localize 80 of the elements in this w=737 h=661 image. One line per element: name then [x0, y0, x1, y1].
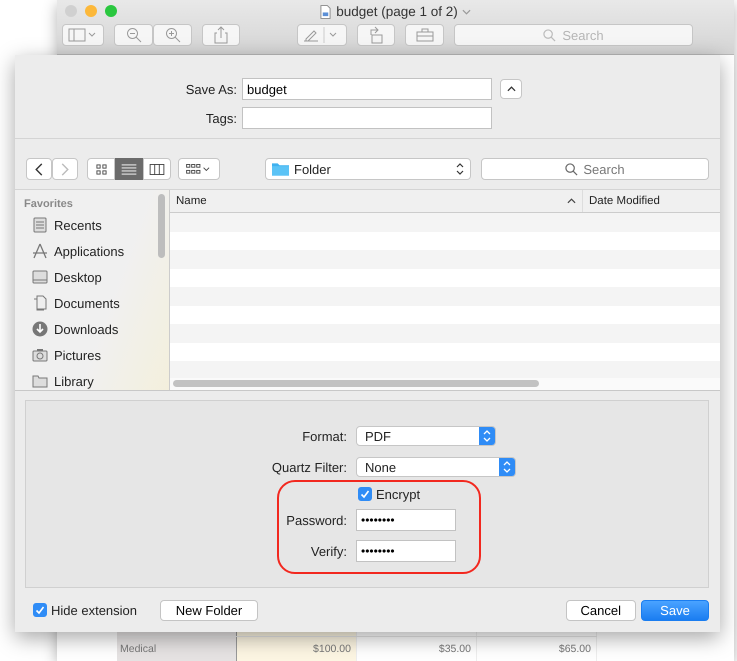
save-as-label: Save As: [184, 82, 237, 96]
hide-extension-checkbox[interactable]: Hide extension [33, 602, 137, 618]
list-view-button[interactable] [115, 158, 143, 180]
sidebar-heading: Favorites [24, 198, 74, 210]
arrange-button[interactable] [178, 158, 220, 180]
folder-icon [32, 373, 48, 389]
tags-label: Tags: [204, 110, 237, 126]
download-icon [32, 321, 48, 337]
zoom-in-button[interactable] [153, 24, 192, 46]
tray-icon [32, 217, 48, 233]
icon-view-button[interactable] [87, 158, 115, 180]
location-popup[interactable]: Folder [265, 158, 471, 180]
sidebar-item[interactable]: Pictures [24, 342, 169, 368]
stepper-icon [483, 430, 491, 442]
rotate-button[interactable] [357, 24, 395, 46]
arrange-icon [186, 164, 212, 174]
password-label: Password: [285, 512, 347, 528]
markup-button[interactable] [297, 24, 347, 46]
sidebar-button[interactable] [62, 24, 104, 46]
stepper-icon [456, 163, 464, 175]
zoom-out-icon [126, 27, 142, 43]
encrypt-checkbox[interactable]: Encrypt [358, 486, 420, 502]
toolbox-button[interactable] [405, 24, 444, 46]
column-header[interactable]: Date Modified [583, 190, 720, 212]
sidebar-item[interactable]: Library [24, 368, 169, 390]
sidebar-item[interactable]: Recents [24, 212, 169, 238]
password-field[interactable]: •••••••• [356, 509, 456, 531]
checkmark-icon [35, 605, 45, 615]
columns-icon [149, 164, 165, 174]
sidebar-item[interactable]: Desktop [24, 264, 169, 290]
rotate-icon [368, 26, 384, 44]
column-header[interactable]: Name [170, 190, 583, 212]
camera-icon [32, 347, 48, 363]
zoom-button[interactable] [105, 5, 117, 17]
documents-icon [32, 295, 48, 311]
table-cell: $100.00 [237, 637, 357, 661]
scrollbar[interactable] [173, 380, 539, 387]
format-label: Format: [301, 428, 347, 444]
window-title: budget (page 1 of 2) [336, 4, 458, 19]
forward-icon [61, 162, 69, 176]
minimize-button[interactable] [85, 5, 97, 17]
expand-button[interactable] [500, 79, 522, 99]
stepper-icon [503, 461, 511, 473]
app-store-icon [32, 243, 48, 259]
checkmark-icon [360, 489, 370, 499]
sidebar-icon [68, 28, 98, 42]
desktop-icon [32, 269, 48, 285]
table-cell: $35.00 [357, 637, 477, 661]
table-cell: $65.00 [477, 637, 597, 661]
search-icon [565, 162, 578, 176]
cancel-button[interactable]: Cancel [566, 600, 636, 620]
sidebar-item[interactable]: Documents [24, 290, 169, 316]
verify-field[interactable]: •••••••• [356, 540, 456, 562]
new-folder-button[interactable]: New Folder [160, 600, 258, 620]
column-view-button[interactable] [143, 158, 171, 180]
toolbox-icon [416, 28, 434, 42]
tags-field[interactable] [242, 107, 492, 129]
document-icon [320, 4, 332, 18]
zoom-out-button[interactable] [114, 24, 153, 46]
sidebar-item[interactable]: Downloads [24, 316, 169, 342]
share-button[interactable] [202, 24, 240, 46]
search-field[interactable]: Search [481, 158, 709, 180]
quartz-filter-label: Quartz Filter: [270, 460, 347, 474]
caret-icon[interactable] [462, 8, 471, 14]
back-button[interactable] [26, 158, 52, 180]
back-icon [35, 162, 43, 176]
list-icon [121, 164, 137, 174]
search-icon [543, 28, 556, 42]
file-name-field[interactable]: budget [242, 78, 492, 100]
sidebar-item[interactable]: Applications [24, 238, 169, 264]
format-popup[interactable]: PDF [356, 426, 496, 446]
row-label: Medical [117, 637, 237, 661]
verify-label: Verify: [310, 544, 347, 558]
folder-icon [272, 162, 289, 176]
share-icon [214, 26, 228, 44]
sort-icon [567, 198, 576, 204]
zoom-in-icon [164, 27, 180, 43]
quartz-filter-popup[interactable]: None [356, 457, 516, 477]
scrollbar[interactable] [158, 194, 165, 258]
grid-icon [96, 164, 106, 174]
